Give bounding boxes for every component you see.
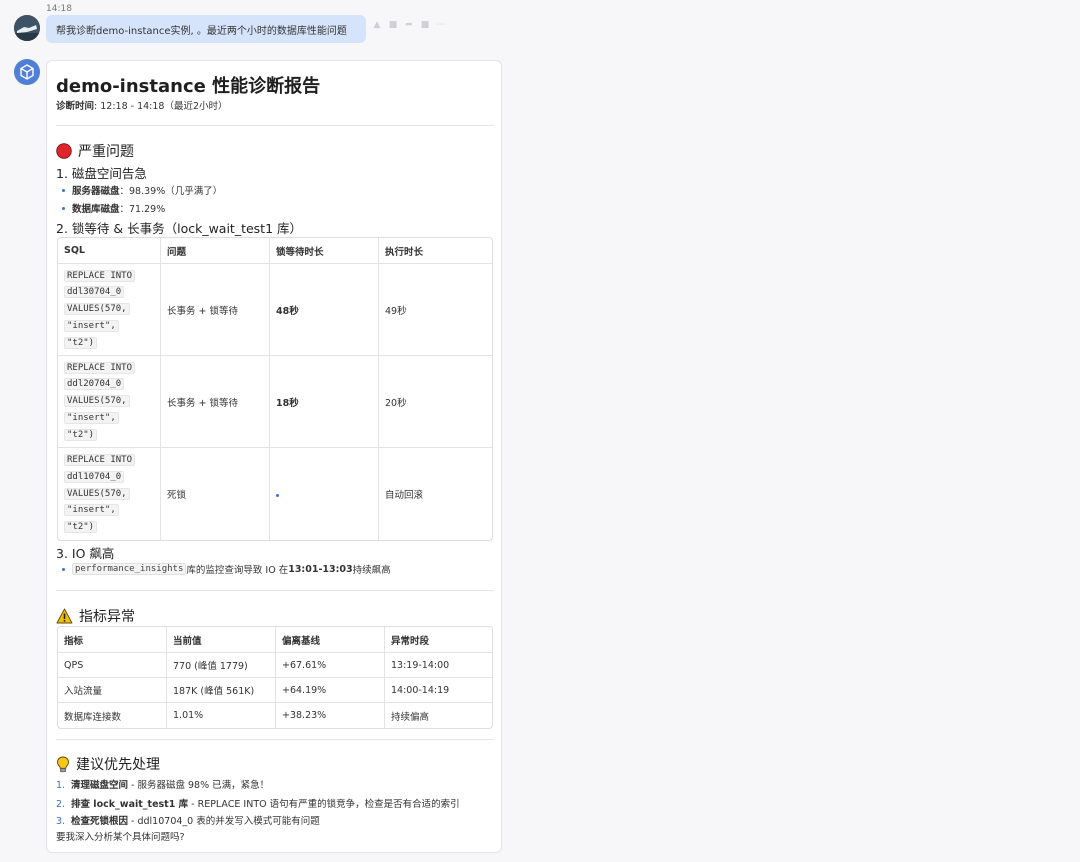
user-message-bubble: 帮我诊断demo-instance实例, 。最近两个小时的数据库性能问题 — [46, 15, 366, 43]
metric-deviation: +64.19% — [276, 678, 385, 703]
table-header: 当前值 — [167, 627, 276, 653]
divider — [56, 590, 494, 591]
diagnosis-time-value: : 12:18 - 14:18（最近2小时） — [94, 101, 228, 112]
sql-cell: REPLACE INTO ddl20704_0 VALUES(570, "ins… — [58, 356, 161, 448]
share-icon[interactable]: ➦ — [404, 20, 414, 30]
bullet-dot — [62, 206, 65, 210]
warning-icon — [56, 608, 73, 624]
table-header: SQL — [58, 238, 161, 264]
table-header: 锁等待时长 — [270, 238, 379, 264]
wait-cell: 18秒 — [270, 356, 379, 448]
metric-period: 持续偏高 — [391, 711, 430, 723]
red-circle-icon — [56, 143, 72, 159]
diagnosis-time: 诊断时间: 12:18 - 14:18（最近2小时） — [56, 98, 228, 112]
table-row: REPLACE INTO ddl10704_0 VALUES(570, "ins… — [58, 448, 492, 540]
closing-question: 要我深入分析某个具体问题吗? — [56, 832, 185, 843]
user-avatar — [14, 15, 40, 41]
metric-name: QPS — [58, 653, 167, 678]
table-header: 问题 — [161, 238, 270, 264]
assistant-avatar — [14, 59, 40, 85]
metric-name: 入站流量 — [58, 678, 167, 703]
locks-title: 2. 锁等待 & 长事务（lock_wait_test1 库） — [56, 221, 303, 236]
exec-cell: 自动回滚 — [385, 490, 424, 501]
bullet-dot — [62, 188, 65, 192]
metric-deviation: +38.23% — [276, 703, 385, 728]
bullet-dot — [62, 567, 65, 571]
exec-cell: 20秒 — [379, 356, 492, 448]
wait-cell — [270, 448, 379, 540]
metric-period: 14:00-14:19 — [385, 678, 492, 703]
suggestion-item: 3. 检查死锁根因 - ddl10704_0 表的并发写入模式可能有问题 — [56, 816, 320, 827]
table-header: 异常时段 — [385, 627, 492, 653]
metrics-heading: 指标异常 — [56, 606, 135, 626]
suggestion-item: 1. 清理磁盘空间 - 服务器磁盘 98% 已满，紧急！ — [56, 780, 270, 791]
table-row: REPLACE INTO ddl20704_0 VALUES(570, "ins… — [58, 356, 492, 448]
table-header-row: 指标 当前值 偏离基线 异常时段 — [58, 627, 492, 653]
table-header-row: SQL 问题 锁等待时长 执行时长 — [58, 238, 492, 264]
table-header: 指标 — [58, 627, 167, 653]
divider — [56, 739, 494, 740]
metric-period: 13:19-14:00 — [385, 653, 492, 678]
metric-name: 数据库连接数 — [58, 703, 167, 728]
table-header: 执行时长 — [379, 238, 492, 264]
like-icon[interactable]: ▲ — [372, 20, 382, 30]
issue-cell: 长事务 + 锁等待 — [161, 264, 270, 356]
report-title: demo-instance 性能诊断报告 — [56, 76, 321, 97]
sql-cell: REPLACE INTO ddl10704_0 VALUES(570, "ins… — [58, 448, 161, 540]
lock-wait-table: SQL 问题 锁等待时长 执行时长 REPLACE INTO ddl30704_… — [57, 237, 493, 541]
critical-heading: 严重问题 — [56, 141, 134, 161]
io-title: 3. IO 飙高 — [56, 546, 115, 561]
metric-current: 187K (峰值 561K) — [167, 678, 276, 703]
exec-cell: 49秒 — [379, 264, 492, 356]
divider — [56, 125, 494, 126]
message-actions: ▲ ■ ➦ ■ ⋯ — [372, 20, 446, 30]
table-row: QPS 770 (峰值 1779) +67.61% 13:19-14:00 — [58, 653, 492, 678]
wait-cell: 48秒 — [270, 264, 379, 356]
empty-value-dot — [276, 493, 279, 497]
diagnosis-time-label: 诊断时间 — [56, 101, 95, 112]
more-icon[interactable]: ⋯ — [436, 20, 446, 30]
metric-current: 770 (峰值 1779) — [167, 653, 276, 678]
assistant-report-card: demo-instance 性能诊断报告 诊断时间: 12:18 - 14:18… — [46, 60, 502, 853]
io-code: performance_insights — [72, 563, 187, 575]
metrics-table: 指标 当前值 偏离基线 异常时段 QPS 770 (峰值 1779) +67.6… — [57, 626, 493, 729]
comment-icon[interactable]: ■ — [388, 20, 398, 30]
message-timestamp: 14:18 — [46, 4, 72, 14]
io-item: performance_insights 库的监控查询导致 IO 在 13:01… — [62, 562, 391, 576]
metric-deviation: +67.61% — [276, 653, 385, 678]
table-row: REPLACE INTO ddl30704_0 VALUES(570, "ins… — [58, 264, 492, 356]
lightbulb-icon — [57, 756, 69, 772]
cube-icon — [20, 64, 34, 80]
metric-current: 1.01% — [167, 703, 276, 728]
sql-cell: REPLACE INTO ddl30704_0 VALUES(570, "ins… — [58, 264, 161, 356]
suggestion-item: 2. 排查 lock_wait_test1 库 - REPLACE INTO 语句… — [56, 799, 460, 810]
table-header: 偏离基线 — [276, 627, 385, 653]
table-row: 入站流量 187K (峰值 561K) +64.19% 14:00-14:19 — [58, 678, 492, 703]
server-disk-item: 服务器磁盘 ：98.39%（几乎满了） — [62, 183, 222, 197]
disk-title: 1. 磁盘空间告急 — [56, 166, 147, 181]
db-disk-item: 数据库磁盘 ：71.29% — [62, 201, 165, 215]
table-row: 数据库连接数 1.01% +38.23% 持续偏高 — [58, 703, 492, 728]
suggestions-heading: 建议优先处理 — [56, 754, 160, 774]
delete-icon[interactable]: ■ — [420, 20, 430, 30]
issue-cell: 死锁 — [161, 448, 270, 540]
issue-cell: 长事务 + 锁等待 — [161, 356, 270, 448]
